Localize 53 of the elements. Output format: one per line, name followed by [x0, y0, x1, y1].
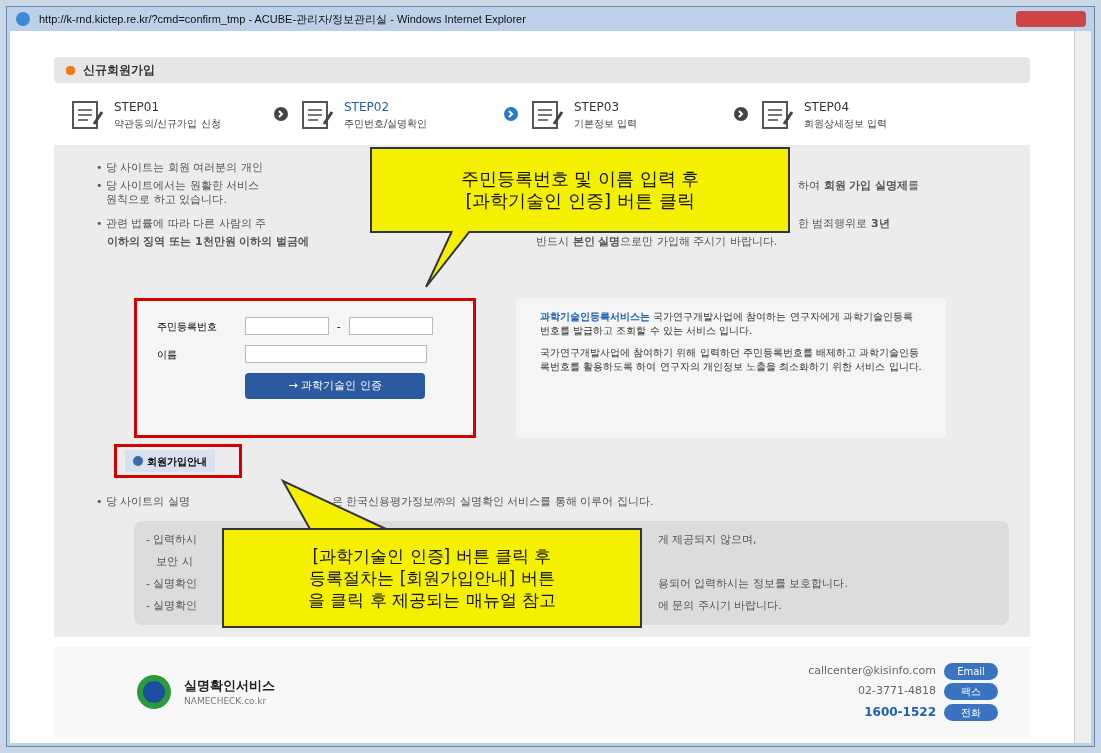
scrollbar[interactable]: [1074, 31, 1091, 743]
field-label: 주민등록번호: [157, 319, 218, 334]
document-icon: [760, 98, 796, 130]
step-label: STEP01: [114, 98, 161, 116]
step-caption: 주민번호/실명확인: [344, 116, 428, 131]
document-icon: [300, 98, 336, 130]
notice-text: 이하의 징역 또는 1천만원 이하의 벌금에: [105, 235, 310, 249]
contact-badge: Email: [944, 663, 998, 680]
notice-text: 원칙으로 하고 있습니다.: [105, 193, 227, 207]
callout-pointer: [422, 231, 472, 289]
logo-icon: [136, 674, 172, 710]
step-label: STEP03: [574, 98, 621, 116]
document-icon: [530, 98, 566, 130]
brand-name: 실명확인서비스: [184, 676, 275, 695]
separator-text: -: [337, 319, 341, 334]
input-field[interactable]: [348, 317, 433, 335]
step-label: STEP04: [804, 98, 851, 116]
notice-text: 보안 시: [155, 555, 193, 569]
notice-text: - 입력하시: [146, 533, 198, 547]
notice-text: 반드시 본인 실명으로만 가입해 주시기 바랍니다.: [536, 235, 779, 249]
step-label: STEP02: [344, 98, 391, 116]
notice-text: 한 범죄행위로 3년: [798, 217, 891, 231]
page-title: 신규회원가입: [83, 62, 155, 79]
contact-text: callcenter@kisinfo.com: [808, 663, 936, 680]
window-title: http://k-rnd.kictep.re.kr/?cmd=confirm_tmp - ACUBE-관리자/정보관리실 - Windows Internet Explorer: [39, 11, 527, 27]
contact-badge: 전화: [944, 703, 998, 721]
field-label: 이름: [157, 347, 178, 362]
notice-text: • 관련 법률에 따라 다른 사람의 주: [96, 217, 267, 231]
notice-text: 하여 회원 가입 실명제를: [798, 179, 921, 193]
brand-domain: NAMECHECK.co.kr: [184, 695, 268, 708]
bullet-icon: [66, 65, 75, 75]
window-controls[interactable]: [1016, 11, 1086, 27]
info-text: 과학기술인등록서비스는 국가연구개발사업에 참여하는 연구자에게 과학기술인등록번호를 발급하고 조회할 수 있는 서비스 입니다.: [540, 310, 914, 338]
notice-text: 게 제공되지 않으며,: [658, 533, 758, 547]
step-caption: 약관동의/신규가입 신청: [114, 116, 221, 131]
guide-button[interactable]: 회원가입안내: [125, 450, 215, 472]
notice-text: 에 문의 주시기 바랍니다.: [658, 599, 783, 613]
contact-text: 1600-1522: [864, 704, 936, 721]
notice-text: • 당 사이트는 회원 여러분의 개인: [96, 161, 263, 175]
notice-text: - 실명확인: [146, 577, 198, 591]
input-field[interactable]: [245, 317, 329, 335]
verify-button[interactable]: → 과학기술인 인증: [245, 373, 425, 399]
input-field[interactable]: [245, 345, 427, 363]
step-caption: 기본정보 입력: [574, 116, 638, 131]
notice-text: - 실명확인: [146, 599, 198, 613]
notice-text: • 당 사이트에서는 원활한 서비스: [96, 179, 260, 193]
document-icon: [70, 98, 106, 130]
contact-text: 02-3771-4818: [858, 683, 936, 700]
notice-text: • 당 사이트의 실명: [96, 495, 190, 509]
info-text: 국가연구개발사업에 참여하기 위해 입력하던 주민등록번호를 배제하고 과학기술인등록번호를 활용하도록 하여 연구자의 개인정보 노출을 최소화하기 위한 서비스 입니다.: [540, 346, 922, 374]
step-caption: 회원상세정보 입력: [804, 116, 888, 131]
contact-badge: 팩스: [944, 683, 998, 700]
notice-text: 용되어 입력하시는 정보를 보호합니다.: [658, 577, 849, 591]
